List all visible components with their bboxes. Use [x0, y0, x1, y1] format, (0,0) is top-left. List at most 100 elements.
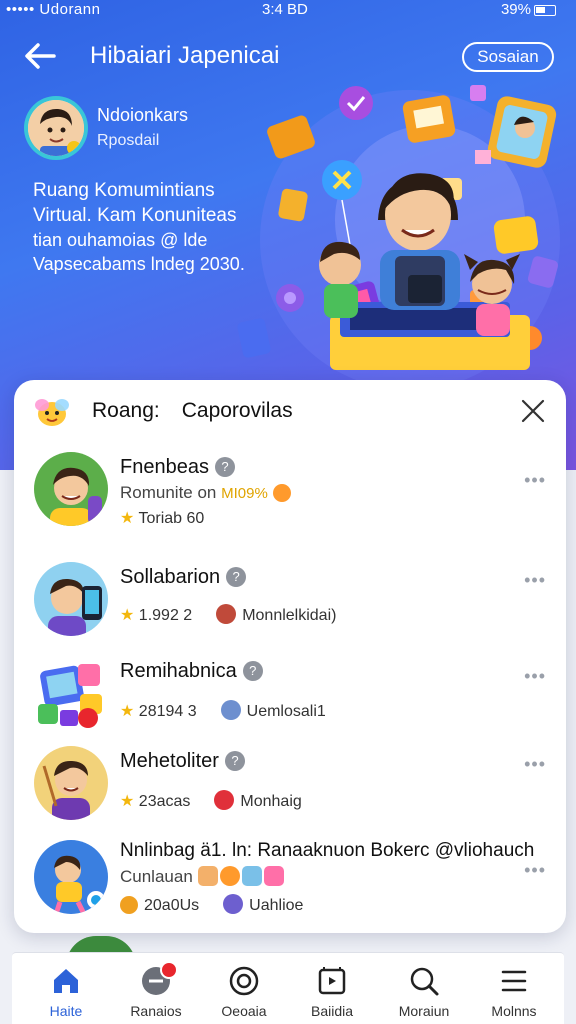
hero-text-line-2: Virtual. Kam Konuniteas: [33, 205, 237, 226]
emoji-icon: [197, 866, 218, 886]
emoji-icon: [263, 866, 284, 886]
battery-status: 39%: [501, 1, 556, 18]
apps-collage-icon: [34, 656, 108, 730]
list-item[interactable]: Remihabnica? ★ 28194 3 Uemlosali1 •••: [14, 656, 566, 756]
profile-avatar[interactable]: [24, 96, 88, 160]
item-meta: ★ 28194 3 Uemlosali1: [120, 700, 326, 721]
verified-icon: ?: [226, 567, 247, 587]
more-options-icon[interactable]: •••: [524, 666, 546, 687]
tab-label: Ranaios: [130, 1003, 182, 1019]
item-title: Remihabnica?: [120, 660, 263, 683]
status-bar: ••••• Udorann 3:4 BD 39%: [0, 0, 576, 22]
tab-label: Molnns: [491, 1003, 537, 1019]
item-meta-secondary: Uahlioe: [249, 897, 304, 914]
bottom-tab-bar: Haite Ranaios Oeoaia Baiidia Moraiun Mol…: [12, 952, 564, 1024]
arrow-left-icon: [25, 43, 56, 69]
hero-text-line-1: Ruang Komumintians: [33, 180, 215, 201]
sheet-title-right: Caporovilas: [181, 399, 293, 422]
carrier-signal: ••••• Udorann: [6, 1, 101, 18]
more-options-icon[interactable]: •••: [524, 860, 546, 881]
star-icon: ★: [120, 510, 135, 527]
hero-illustration: [237, 85, 560, 390]
hero-text-line-3: tian ouhamoias @ lde: [33, 230, 208, 250]
avatar: [34, 562, 108, 636]
item-meta: ★ 1.992 2 Monnlelkidai): [120, 604, 336, 625]
item-title: Sollabarion?: [120, 566, 247, 589]
home-icon: [54, 969, 78, 993]
person-avatar-icon: [34, 452, 108, 526]
item-name: Sollabarion: [120, 566, 221, 588]
tab-ranaios[interactable]: Ranaios: [110, 953, 202, 1024]
more-options-icon[interactable]: •••: [524, 754, 546, 775]
item-meta: ★ 23acas Monhaig: [120, 790, 302, 811]
user-avatar-small: [216, 604, 237, 624]
avatar: [34, 840, 108, 914]
list-item[interactable]: Mehetoliter? ★ 23acas Monhaig •••: [14, 746, 566, 846]
verified-icon: ?: [214, 457, 235, 477]
tab-label: Haite: [49, 1003, 83, 1019]
menu-icon: [501, 970, 527, 992]
item-sub: Romunite on: [120, 483, 217, 502]
item-title: Mehetoliter?: [120, 750, 245, 773]
avatar: [34, 656, 108, 730]
star-icon: ★: [120, 607, 135, 624]
sheet-title: Roang: Caporovilas: [92, 399, 293, 423]
more-options-icon[interactable]: •••: [524, 470, 546, 491]
verified-icon: ?: [242, 661, 263, 681]
screen: ••••• Udorann 3:4 BD 39% Hibaiari Japeni…: [0, 0, 576, 1024]
page-title: Hibaiari Japenicai: [90, 42, 280, 69]
person-avatar-icon: [34, 840, 108, 914]
search-icon: [410, 967, 439, 996]
item-meta: ★ Toriab 60: [120, 508, 204, 528]
item-meta: 20a0Us Uahlioe: [120, 894, 303, 915]
list-item[interactable]: Nnlinbag ä1. ln: Ranaaknuon Bokerc @vlio…: [14, 836, 566, 936]
header-action-button[interactable]: Sosaian: [462, 42, 554, 72]
person-avatar-icon: [34, 746, 108, 820]
hero-text-line-4: Vapsecabams lndeg 2030.: [33, 254, 245, 274]
star-icon: ★: [120, 703, 135, 720]
tab-moraiun[interactable]: Moraiun: [378, 953, 470, 1024]
list-item[interactable]: Sollabarion? ★ 1.992 2 Monnlelkidai) •••: [14, 562, 566, 662]
item-name: Remihabnica: [120, 660, 237, 682]
emoji-icon: [241, 866, 262, 886]
battery-icon: [534, 4, 556, 16]
close-icon[interactable]: [520, 398, 546, 424]
more-options-icon[interactable]: •••: [524, 570, 546, 591]
record-icon: [229, 966, 259, 996]
item-sub: Cunlauan: [120, 867, 193, 886]
item-title: Nnlinbag ä1. ln: Ranaaknuon Bokerc @vlio…: [120, 840, 535, 861]
item-subtitle: Romunite on MI09%: [120, 483, 297, 503]
user-avatar-small: [214, 790, 235, 810]
tab-oeoaia[interactable]: Oeoaia: [198, 953, 290, 1024]
user-avatar-small: [220, 700, 241, 720]
status-time: 3:4 BD: [262, 1, 308, 18]
profile-name: Ndoionkars: [97, 105, 189, 125]
profile-role: Rposdail: [97, 132, 160, 149]
item-meta-value: 20a0Us: [144, 897, 200, 914]
tab-baiidia[interactable]: Baiidia: [286, 953, 378, 1024]
item-subtitle: Cunlauan: [120, 866, 286, 887]
community-sheet: Roang: Caporovilas Fnenbeas? Romunite on …: [14, 380, 566, 933]
item-meta-secondary: Monhaig: [240, 793, 302, 810]
item-name: Fnenbeas: [120, 456, 209, 478]
star-icon: ★: [120, 793, 135, 810]
highlight-text: MI09%: [221, 485, 268, 502]
verified-icon: ?: [224, 751, 245, 771]
avatar: [34, 452, 108, 526]
item-meta-secondary: Uemlosali1: [246, 703, 326, 720]
tab-home[interactable]: Haite: [20, 953, 112, 1024]
sheet-title-left: Roang:: [92, 399, 160, 422]
item-title: Fnenbeas?: [120, 456, 235, 479]
tab-label: Oeoaia: [221, 1003, 267, 1019]
list-item[interactable]: Fnenbeas? Romunite on MI09% ★ Toriab 60 …: [14, 452, 566, 552]
media-box-icon: [318, 967, 346, 995]
item-meta-value: Toriab 60: [138, 510, 205, 527]
avatar: [34, 746, 108, 820]
battery-percent: 39%: [500, 1, 531, 18]
smile-emoji-icon: [272, 484, 291, 502]
emoji-icon: [219, 866, 240, 886]
tab-label: Moraiun: [398, 1003, 450, 1019]
tab-molnns[interactable]: Molnns: [468, 953, 560, 1024]
tab-label: Baiidia: [310, 1003, 354, 1019]
back-button[interactable]: [22, 40, 58, 72]
